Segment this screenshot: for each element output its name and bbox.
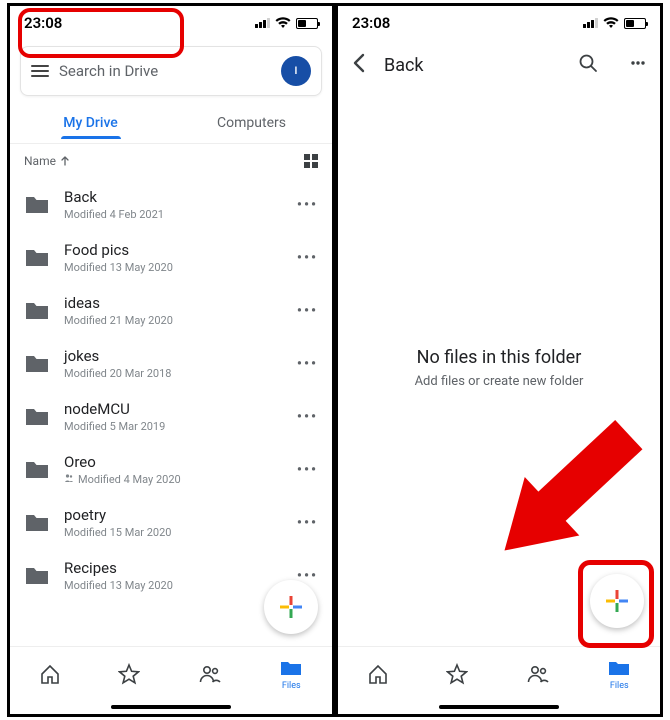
overflow-menu-button[interactable] xyxy=(630,53,646,77)
more-dots-icon xyxy=(630,53,646,73)
sort-row: Name xyxy=(10,144,332,178)
row-overflow-button[interactable]: ••• xyxy=(297,515,318,531)
folder-name: ideas xyxy=(64,294,283,312)
hamburger-menu-icon[interactable] xyxy=(31,65,49,77)
view-toggle-grid-icon[interactable] xyxy=(304,154,318,168)
add-fab-button[interactable] xyxy=(590,574,644,628)
add-fab-button[interactable] xyxy=(264,580,318,634)
folder-icon xyxy=(24,565,50,587)
search-placeholder: Search in Drive xyxy=(59,62,271,80)
status-bar: 23:08 xyxy=(10,6,332,40)
row-overflow-button[interactable]: ••• xyxy=(297,197,318,213)
cell-signal-icon xyxy=(583,18,598,28)
nav-home[interactable] xyxy=(367,663,389,685)
status-bar: 23:08 xyxy=(338,6,660,40)
folder-row[interactable]: Back Modified 4 Feb 2021 ••• xyxy=(10,178,332,231)
folder-name: Back xyxy=(64,188,283,206)
folder-subtitle: Modified 4 May 2020 xyxy=(64,473,283,486)
folder-row[interactable]: jokes Modified 20 Mar 2018 ••• xyxy=(10,337,332,390)
nav-shared[interactable] xyxy=(526,663,550,685)
row-overflow-button[interactable]: ••• xyxy=(297,409,318,425)
folder-name: Oreo xyxy=(64,453,283,471)
wifi-icon xyxy=(275,17,291,29)
empty-title: No files in this folder xyxy=(417,347,582,368)
folder-row[interactable]: Food pics Modified 13 May 2020 ••• xyxy=(10,231,332,284)
row-overflow-button[interactable]: ••• xyxy=(297,250,318,266)
drive-home-screen: 23:08 Search in Drive I My Drive Compute… xyxy=(7,3,335,717)
folder-icon xyxy=(279,657,303,679)
arrow-up-icon xyxy=(60,156,70,166)
folder-row[interactable]: Oreo Modified 4 May 2020 ••• xyxy=(10,443,332,496)
home-icon xyxy=(367,663,389,685)
folder-subtitle: Modified 20 Mar 2018 xyxy=(64,367,283,380)
folder-row[interactable]: ideas Modified 21 May 2020 ••• xyxy=(10,284,332,337)
folder-name: jokes xyxy=(64,347,283,365)
bottom-nav: Files xyxy=(338,646,660,700)
row-overflow-button[interactable]: ••• xyxy=(297,356,318,372)
empty-folder-state: No files in this folder Add files or cre… xyxy=(338,90,660,646)
folder-detail-screen: 23:08 Back No files in thi xyxy=(335,3,663,717)
nav-home[interactable] xyxy=(39,663,61,685)
tab-my-drive[interactable]: My Drive xyxy=(10,107,171,139)
people-icon xyxy=(198,663,222,685)
folder-icon xyxy=(24,194,50,216)
nav-files[interactable]: Files xyxy=(607,657,631,691)
folder-title: Back xyxy=(384,55,560,76)
search-icon xyxy=(578,53,598,73)
folder-subtitle: Modified 21 May 2020 xyxy=(64,314,283,327)
folder-icon xyxy=(24,512,50,534)
folder-subtitle: Modified 5 Mar 2019 xyxy=(64,420,283,433)
star-icon xyxy=(446,663,468,685)
folder-header: Back xyxy=(338,40,660,90)
folder-row[interactable]: poetry Modified 15 Mar 2020 ••• xyxy=(10,496,332,549)
location-tabs: My Drive Computers xyxy=(10,102,332,144)
row-overflow-button[interactable]: ••• xyxy=(297,462,318,478)
nav-starred[interactable] xyxy=(446,663,468,685)
battery-icon xyxy=(624,18,646,29)
search-bar[interactable]: Search in Drive I xyxy=(20,46,322,96)
folder-name: nodeMCU xyxy=(64,400,283,418)
folder-name: Recipes xyxy=(64,559,283,577)
row-overflow-button[interactable]: ••• xyxy=(297,303,318,319)
nav-shared[interactable] xyxy=(198,663,222,685)
folder-subtitle: Modified 13 May 2020 xyxy=(64,261,283,274)
folder-icon xyxy=(24,353,50,375)
people-icon xyxy=(526,663,550,685)
folder-row[interactable]: nodeMCU Modified 5 Mar 2019 ••• xyxy=(10,390,332,443)
chevron-left-icon xyxy=(352,53,366,73)
home-indicator xyxy=(338,700,660,714)
folder-icon xyxy=(24,406,50,428)
folder-subtitle: Modified 4 Feb 2021 xyxy=(64,208,283,221)
star-icon xyxy=(118,663,140,685)
folder-icon xyxy=(24,300,50,322)
back-button[interactable] xyxy=(352,53,366,77)
nav-files[interactable]: Files xyxy=(279,657,303,691)
folder-name: poetry xyxy=(64,506,283,524)
clock: 23:08 xyxy=(24,14,62,32)
nav-starred[interactable] xyxy=(118,663,140,685)
folder-icon xyxy=(24,247,50,269)
folder-name: Food pics xyxy=(64,241,283,259)
folder-icon xyxy=(607,657,631,679)
battery-icon xyxy=(296,18,318,29)
folder-subtitle: Modified 15 Mar 2020 xyxy=(64,526,283,539)
cell-signal-icon xyxy=(255,18,270,28)
folder-icon xyxy=(24,459,50,481)
account-avatar[interactable]: I xyxy=(281,56,311,86)
home-icon xyxy=(39,663,61,685)
folder-subtitle: Modified 13 May 2020 xyxy=(64,579,283,592)
search-button[interactable] xyxy=(578,53,598,77)
home-indicator xyxy=(10,700,332,714)
sort-button[interactable]: Name xyxy=(24,154,70,168)
file-list: Back Modified 4 Feb 2021 ••• Food pics Modif… xyxy=(10,178,332,646)
bottom-nav: Files xyxy=(10,646,332,700)
clock: 23:08 xyxy=(352,14,390,32)
tab-computers[interactable]: Computers xyxy=(171,107,332,139)
wifi-icon xyxy=(603,17,619,29)
empty-subtitle: Add files or create new folder xyxy=(415,374,584,389)
shared-icon xyxy=(64,473,74,486)
